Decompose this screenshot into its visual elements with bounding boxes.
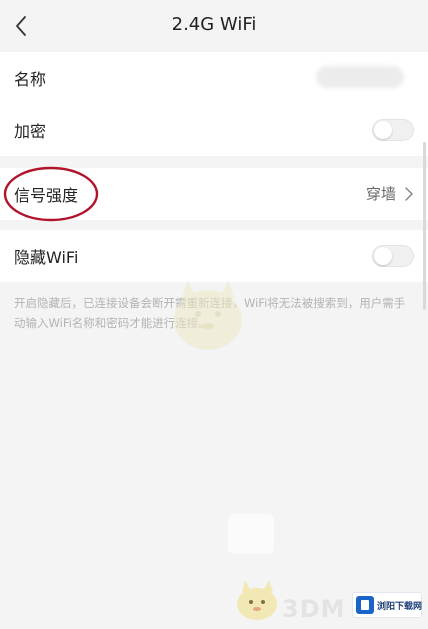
blank-patch [228, 514, 274, 554]
encryption-toggle[interactable] [372, 119, 414, 141]
hide-wifi-toggle[interactable] [372, 245, 414, 267]
toggle-knob [374, 121, 392, 139]
toggle-knob [374, 247, 392, 265]
scrollbar[interactable] [423, 142, 426, 310]
site-logo-icon [356, 596, 374, 614]
site-watermark: 浏阳下载网 [352, 592, 422, 618]
3dm-logo: 3DM [282, 595, 346, 623]
name-label: 名称 [14, 70, 47, 89]
signal-strength-label: 信号强度 [14, 186, 79, 205]
chevron-right-icon [405, 187, 413, 201]
hide-wifi-label: 隐藏WiFi [14, 248, 79, 267]
mascot-watermark-icon [174, 280, 242, 350]
name-value-redacted [316, 66, 404, 88]
encryption-row: 加密 [0, 104, 428, 156]
mascot-logo-icon [237, 580, 277, 620]
encryption-label: 加密 [14, 122, 47, 141]
name-row[interactable]: 名称 [0, 52, 428, 104]
signal-strength-value: 穿墙 [365, 185, 396, 203]
site-watermark-text: 浏阳下载网 [377, 601, 423, 612]
signal-strength-row[interactable]: 信号强度 穿墙 [0, 166, 428, 222]
title-bar: 2.4G WiFi [0, 0, 428, 52]
page-title: 2.4G WiFi [171, 14, 257, 35]
